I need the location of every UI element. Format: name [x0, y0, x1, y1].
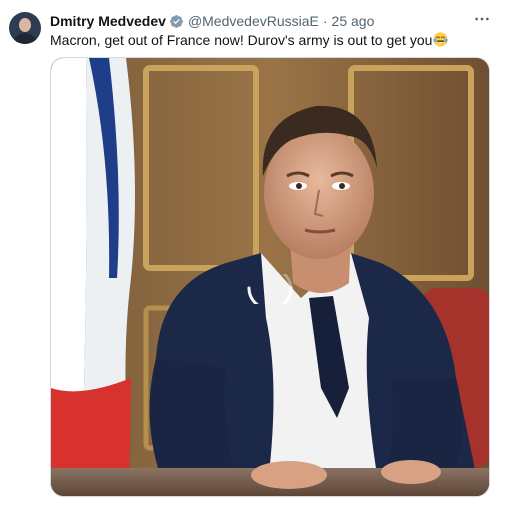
tweet-card[interactable]: Dmitry Medvedev @MedvedevRussiaE · 25 ag… — [0, 0, 509, 505]
author-name[interactable]: Dmitry Medvedev — [50, 13, 166, 29]
face-with-tears-of-joy-icon — [433, 32, 448, 47]
header-separator: · — [322, 13, 328, 29]
author-avatar[interactable] — [9, 12, 41, 44]
avatar-face — [19, 18, 31, 32]
author-handle[interactable]: @MedvedevRussiaE — [188, 13, 319, 29]
loading-spinner-icon — [247, 274, 293, 304]
tweet-timestamp[interactable]: 25 ago — [332, 13, 375, 29]
tweet-text-content: Macron, get out of France now! Durov's a… — [50, 32, 433, 48]
more-horizontal-icon[interactable] — [473, 10, 491, 28]
tweet-text: Macron, get out of France now! Durov's a… — [50, 31, 448, 49]
more-dots-glyph — [475, 17, 489, 21]
avatar-shoulders — [13, 33, 37, 44]
verified-badge-icon — [170, 14, 183, 28]
tweet-header: Dmitry Medvedev @MedvedevRussiaE · 25 ag… — [50, 12, 374, 30]
